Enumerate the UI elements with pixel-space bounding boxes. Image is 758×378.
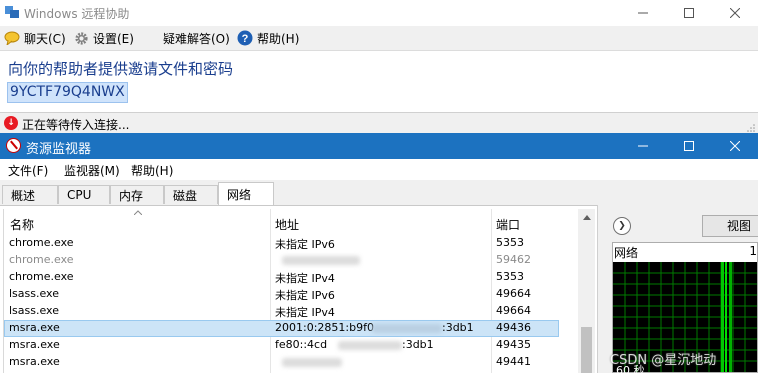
status-text: 正在等待传入连接... [22,118,130,132]
close-icon [730,8,740,18]
table-row[interactable]: chrome.exe 未指定 IPv4 5353 [4,269,559,286]
menu-bar: 文件(F) 监视器(M) 帮助(H) [0,159,758,180]
menu-monitor[interactable]: 监视器(M) [64,162,120,179]
maximize-icon [684,8,694,18]
resource-monitor-window: 资源监视器 文件(F) 监视器(M) 帮助(H) 概述 CPU 内存 磁盘 网络… [0,133,758,377]
collapse-panel-button[interactable]: ❯ [613,217,631,235]
remote-assistance-toolbar: 聊天(C) 设置(E) 疑难解答(O) ? 帮助(H) [0,26,758,51]
table-row[interactable]: chrome.exe 59462 [4,252,559,269]
port-cell: 49664 [496,287,531,300]
column-header-name[interactable]: 名称 [10,216,34,233]
close-button[interactable] [712,133,758,159]
port-cell: 49435 [496,338,531,351]
tab-strip: 概述 CPU 内存 磁盘 网络 [0,180,758,206]
view-button[interactable]: 视图 [702,215,758,237]
chat-button[interactable]: 聊天(C) [4,29,66,47]
status-bar: ↓ 正在等待传入连接... [0,112,758,134]
address-suffix: :3db1 [442,321,474,334]
process-name: lsass.exe [9,287,59,300]
address-cell: 未指定 IPv6 [275,238,335,251]
tab-cpu[interactable]: CPU [58,185,110,204]
column-header-address[interactable]: 地址 [275,216,299,233]
remote-assistance-titlebar[interactable]: Windows 远程协助 [0,0,758,26]
maximize-button[interactable] [666,0,712,26]
table-row[interactable]: lsass.exe 未指定 IPv4 49664 [4,303,559,320]
remote-assistance-app-icon [5,6,19,18]
window-title: Windows 远程协助 [24,7,130,21]
resource-monitor-app-icon [6,138,21,153]
resize-grip-icon[interactable] [745,124,755,132]
resource-monitor-titlebar[interactable]: 资源监视器 [0,133,758,159]
process-name: chrome.exe [9,270,74,283]
minimize-button[interactable] [620,0,666,26]
port-cell: 59462 [496,253,531,266]
process-name: lsass.exe [9,304,59,317]
network-connections-table: 名称 地址 端口 chrome.exe 未指定 IPv6 5353 chrome… [3,209,580,373]
sort-ascending-icon [134,210,142,215]
close-button[interactable] [712,0,758,26]
table-row-selected[interactable]: msra.exe 2001:0:2851:b9f0 :3db1 49436 [4,320,559,337]
process-name: msra.exe [9,355,60,368]
status-arrow-icon: ↓ [4,116,18,130]
scrollbar-thumb[interactable] [581,327,592,373]
chat-bubble-icon [4,30,20,46]
network-activity-bars [721,262,732,372]
help-button[interactable]: ? 帮助(H) [237,29,299,47]
table-scrollbar[interactable] [578,209,595,373]
invitation-instruction: 向你的帮助者提供邀请文件和密码 [8,60,234,78]
close-icon [730,141,740,151]
tab-network[interactable]: 网络 [218,182,274,205]
window-title: 资源监视器 [26,142,92,157]
port-cell: 5353 [496,236,524,249]
minimize-icon [638,145,648,147]
maximize-button[interactable] [666,133,712,159]
port-cell: 49436 [496,321,531,334]
gear-icon [73,30,89,46]
address-cell: fe80::4cd [275,338,328,351]
address-cell: 未指定 IPv4 [275,306,335,319]
port-cell: 49441 [496,355,531,368]
process-name: chrome.exe [9,253,74,266]
remote-assistance-window: Windows 远程协助 聊天(C) 设置(E) 疑难解答(O) ? 帮助(H)… [0,0,758,134]
table-row[interactable]: chrome.exe 未指定 IPv6 5353 [4,235,559,252]
menu-help[interactable]: 帮助(H) [131,162,173,179]
redacted-address [338,341,402,350]
menu-file[interactable]: 文件(F) [8,162,48,179]
address-cell: 未指定 IPv6 [275,289,335,302]
address-suffix: :3db1 [402,338,434,351]
redacted-address [282,358,342,367]
address-cell: 未指定 IPv4 [275,272,335,285]
process-name: msra.exe [9,338,60,351]
svg-text:?: ? [242,33,249,45]
tab-disk[interactable]: 磁盘 [164,185,218,204]
redacted-address [282,256,360,265]
graph-label: 网络 [614,246,639,260]
maximize-icon [684,141,694,151]
table-row[interactable]: msra.exe fe80::4cd :3db1 49435 [4,337,559,354]
scroll-up-arrow-icon[interactable] [578,209,595,226]
port-cell: 49664 [496,304,531,317]
tab-memory[interactable]: 内存 [110,185,164,204]
graph-scale-value: 1 [749,244,757,258]
settings-button[interactable]: 设置(E) [73,29,134,47]
table-row[interactable]: msra.exe 49441 [4,354,559,371]
chevron-right-icon: ❯ [618,221,626,231]
redacted-address [372,324,442,333]
minimize-button[interactable] [620,133,666,159]
process-name: chrome.exe [9,236,74,249]
troubleshoot-button[interactable]: 疑难解答(O) [163,29,230,47]
minimize-icon [638,12,648,14]
help-icon: ? [237,30,253,46]
address-cell: 2001:0:2851:b9f0 [275,321,374,334]
tab-overview[interactable]: 概述 [2,185,58,204]
port-cell: 5353 [496,270,524,283]
password-field[interactable]: 9YCTF79Q4NWX [7,82,128,103]
process-name: msra.exe [9,321,60,334]
watermark: CSDN @星沉地动 [610,353,717,368]
column-header-port[interactable]: 端口 [496,216,520,233]
graph-panel: ❯ 视图 网络 1 60 秒 [597,205,758,377]
table-row[interactable]: lsass.exe 未指定 IPv6 49664 [4,286,559,303]
